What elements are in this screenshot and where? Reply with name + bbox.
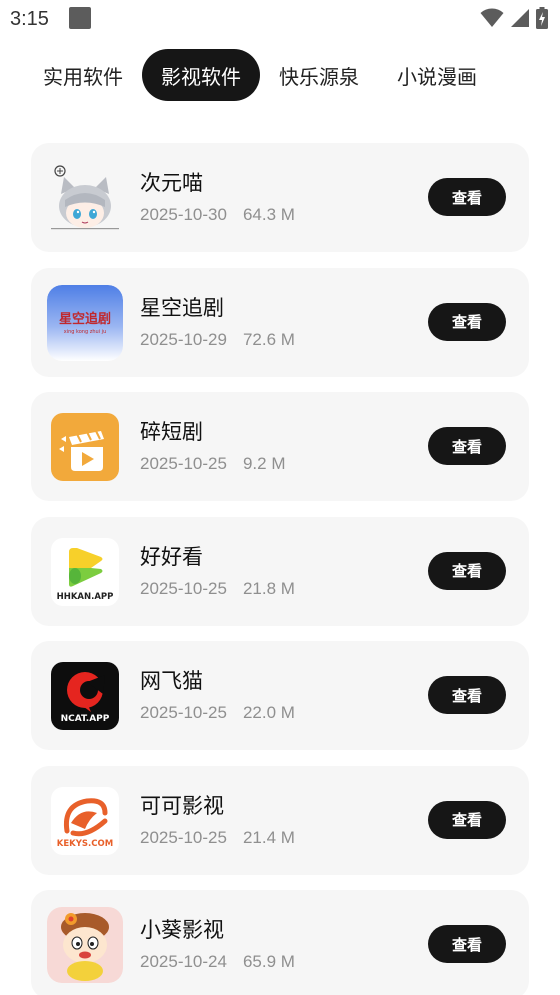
app-size: 9.2 M bbox=[242, 454, 286, 473]
app-date: 2025-10-25 bbox=[140, 827, 227, 847]
status-bar: 3:15 bbox=[0, 0, 560, 40]
app-date: 2025-10-25 bbox=[140, 703, 227, 722]
app-meta: 2025-10-30 64.3 M bbox=[140, 205, 295, 225]
kekys-logo-icon: KEKYS.COM bbox=[47, 783, 123, 859]
app-card[interactable]: HHKAN.APP 好好看 2025-10-25 21.8 M 查看 bbox=[31, 516, 529, 626]
app-card[interactable]: 次元喵 2025-10-30 64.3 M 查看 bbox=[31, 143, 529, 252]
app-date: 2025-10-29 bbox=[140, 329, 227, 349]
app-card[interactable]: 碎短剧 2025-10-25 9.2 M 查看 bbox=[31, 392, 529, 501]
app-meta: 2025-10-25 21.8 M bbox=[140, 579, 295, 599]
status-time: 3:15 bbox=[10, 8, 49, 30]
wifi-icon bbox=[480, 8, 504, 27]
notification-square-icon bbox=[69, 7, 91, 29]
app-card[interactable]: 小葵影视 2025-10-24 65.9 M 查看 bbox=[31, 890, 529, 995]
clapper-play-icon bbox=[47, 409, 123, 485]
tab-novel-comics[interactable]: 小说漫画 bbox=[378, 49, 496, 101]
app-meta: 2025-10-29 72.6 M bbox=[140, 330, 295, 350]
cartoon-girl-icon bbox=[47, 907, 123, 983]
svg-text:xing kong zhui ju: xing kong zhui ju bbox=[64, 329, 107, 335]
view-button[interactable]: 查看 bbox=[428, 178, 506, 216]
app-name: 星空追剧 bbox=[140, 295, 224, 320]
status-icons bbox=[480, 7, 548, 29]
svg-text:星空追剧: 星空追剧 bbox=[59, 311, 111, 327]
app-date: 2025-10-24 bbox=[140, 952, 227, 971]
app-meta: 2025-10-24 65.9 M bbox=[140, 952, 295, 972]
app-date: 2025-10-25 bbox=[140, 578, 227, 598]
view-button[interactable]: 查看 bbox=[428, 551, 506, 590]
view-button[interactable]: 查看 bbox=[428, 427, 506, 465]
app-size: 22.0 M bbox=[242, 703, 295, 722]
xingkong-zhuiju-logo-icon: 星空追剧 xing kong zhui ju bbox=[47, 284, 123, 361]
app-size: 21.4 M bbox=[242, 827, 295, 847]
tab-happy-source[interactable]: 快乐源泉 bbox=[260, 49, 378, 101]
app-meta: 2025-10-25 22.0 M bbox=[140, 703, 295, 723]
view-button[interactable]: 查看 bbox=[428, 925, 506, 963]
ncat-logo-icon: NCAT.APP bbox=[47, 658, 123, 734]
app-size: 21.8 M bbox=[242, 578, 295, 598]
svg-text:KEKYS.COM: KEKYS.COM bbox=[57, 839, 113, 849]
battery-charging-icon bbox=[536, 7, 548, 29]
svg-text:NCAT.APP: NCAT.APP bbox=[61, 714, 110, 724]
app-card[interactable]: NCAT.APP 网飞猫 2025-10-25 22.0 M 查看 bbox=[31, 641, 529, 750]
app-size: 65.9 M bbox=[242, 952, 295, 971]
view-button[interactable]: 查看 bbox=[428, 676, 506, 714]
anime-cat-girl-icon bbox=[47, 160, 123, 236]
app-size: 72.6 M bbox=[242, 329, 295, 349]
svg-text:HHKAN.APP: HHKAN.APP bbox=[57, 592, 114, 602]
app-date: 2025-10-30 bbox=[140, 205, 227, 224]
app-list: 次元喵 2025-10-30 64.3 M 查看 星空追剧 xing kong … bbox=[31, 143, 529, 995]
app-name: 好好看 bbox=[140, 544, 203, 569]
app-name: 次元喵 bbox=[140, 171, 203, 195]
app-card[interactable]: 星空追剧 xing kong zhui ju 星空追剧 2025-10-29 7… bbox=[31, 267, 529, 377]
app-meta: 2025-10-25 9.2 M bbox=[140, 454, 286, 474]
app-name: 碎短剧 bbox=[140, 420, 203, 444]
app-name: 网飞猫 bbox=[140, 669, 203, 693]
app-date: 2025-10-25 bbox=[140, 454, 227, 473]
app-card[interactable]: KEKYS.COM 可可影视 2025-10-25 21.4 M 查看 bbox=[31, 765, 529, 875]
app-meta: 2025-10-25 21.4 M bbox=[140, 828, 295, 848]
view-button[interactable]: 查看 bbox=[428, 302, 506, 341]
hhkan-logo-icon: HHKAN.APP bbox=[47, 534, 123, 610]
app-name: 小葵影视 bbox=[140, 918, 224, 942]
app-name: 可可影视 bbox=[140, 793, 224, 818]
view-button[interactable]: 查看 bbox=[428, 800, 506, 839]
cell-signal-icon bbox=[511, 9, 529, 27]
category-tabs: 实用软件 影视软件 快乐源泉 小说漫画 bbox=[24, 49, 496, 101]
tab-utility-software[interactable]: 实用软件 bbox=[24, 49, 142, 101]
tab-video-software[interactable]: 影视软件 bbox=[142, 49, 260, 101]
app-size: 64.3 M bbox=[242, 205, 295, 224]
